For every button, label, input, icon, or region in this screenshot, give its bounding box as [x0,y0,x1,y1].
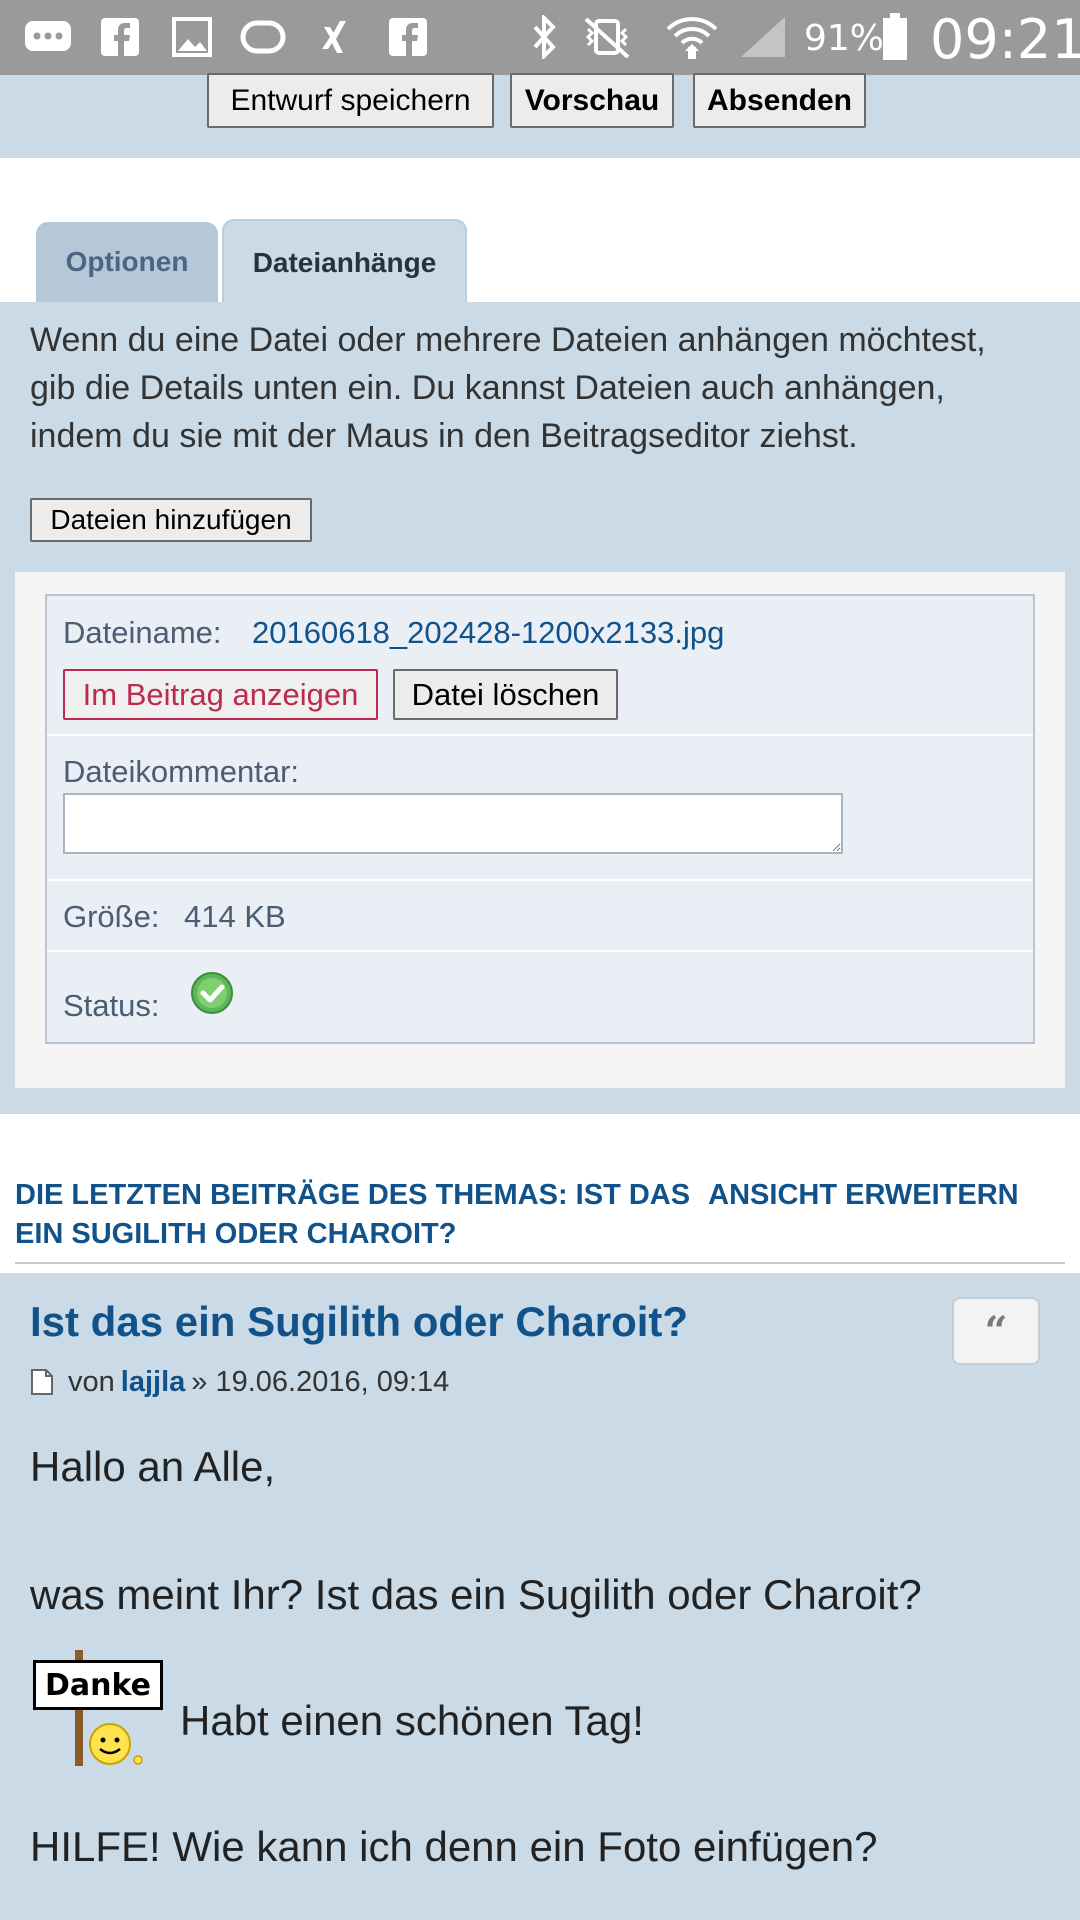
status-label: Status: [63,988,160,1023]
row-divider [47,950,1033,952]
instructions-line: indem du sie mit der Maus in den Beitrag… [30,417,858,455]
filename-label: Dateiname: [63,615,222,650]
clock: 09:21 [930,8,1080,71]
check-circle-icon [190,971,234,1015]
add-files-button[interactable]: Dateien hinzufügen [30,498,312,542]
posting-buttons-bar: Entwurf speichern Vorschau Absenden [0,73,1080,158]
preview-button[interactable]: Vorschau [510,73,674,128]
chat-bubble-icon [22,14,74,60]
xing-icon [316,14,356,60]
facebook-icon [98,14,142,60]
file-size: 414 KB [184,899,286,934]
battery-percent: 91% [804,18,885,59]
file-comment-input[interactable] [63,793,843,854]
instructions-line: gib die Details unten ein. Du kannst Dat… [30,369,945,407]
post-text-line: HILFE! Wie kann ich denn ein Foto einfüg… [30,1823,878,1870]
image-icon [170,14,214,60]
bluetooth-icon [524,14,564,60]
tab-attachments[interactable]: Dateianhänge [222,219,467,304]
wifi-icon [664,14,720,60]
tab-options[interactable]: Optionen [36,222,218,302]
status-bar: 91% 09:21 [0,0,1080,75]
post-icon [30,1368,56,1398]
signal-icon [738,14,788,60]
byline-prefix: von [68,1366,115,1398]
quote-button[interactable]: “ [952,1297,1040,1365]
post-date: » 19.06.2016, 09:14 [191,1366,450,1398]
show-inline-button[interactable]: Im Beitrag anzeigen [63,669,378,720]
recent-posts-heading-line: EIN SUGILITH ODER CHAROIT? [15,1218,457,1250]
post-text-line: Habt einen schönen Tag! [180,1697,644,1744]
delete-file-button[interactable]: Datei löschen [393,669,618,720]
post-byline: von lajjla » 19.06.2016, 09:14 [30,1366,449,1399]
row-divider [47,879,1033,881]
recent-posts-heading-line: DIE LETZTEN BEITRÄGE DES THEMAS: IST DAS [15,1179,691,1211]
post-text-line: Hallo an Alle, [30,1443,276,1490]
post-title[interactable]: Ist das ein Sugilith oder Charoit? [30,1298,688,1346]
post-text-line: was meint Ihr? Ist das ein Sugilith oder… [30,1571,922,1618]
recent-posts-heading: DIE LETZTEN BEITRÄGE DES THEMAS: IST DAS… [15,1176,1019,1254]
divider [15,1262,1065,1264]
danke-smiley-icon: Danke [30,1650,163,1768]
attachments-instructions: Wenn du eine Datei oder mehrere Dateien … [30,316,1060,460]
vibrate-mute-icon [580,14,634,60]
sign-board: Danke [33,1660,163,1710]
post-author-link[interactable]: lajjla [121,1366,186,1399]
save-draft-button[interactable]: Entwurf speichern [207,73,494,128]
facebook-icon [386,14,430,60]
size-label: Größe: [63,899,160,934]
loop-icon [238,14,288,60]
instructions-line: Wenn du eine Datei oder mehrere Dateien … [30,321,986,359]
filename-link[interactable]: 20160618_202428-1200x2133.jpg [252,615,724,651]
submit-button[interactable]: Absenden [693,73,866,128]
battery-icon [880,13,910,60]
file-comment-label: Dateikommentar: [63,754,300,789]
row-divider [47,734,1033,736]
expand-view-link[interactable]: ANSICHT ERWEITERN [708,1179,1018,1211]
